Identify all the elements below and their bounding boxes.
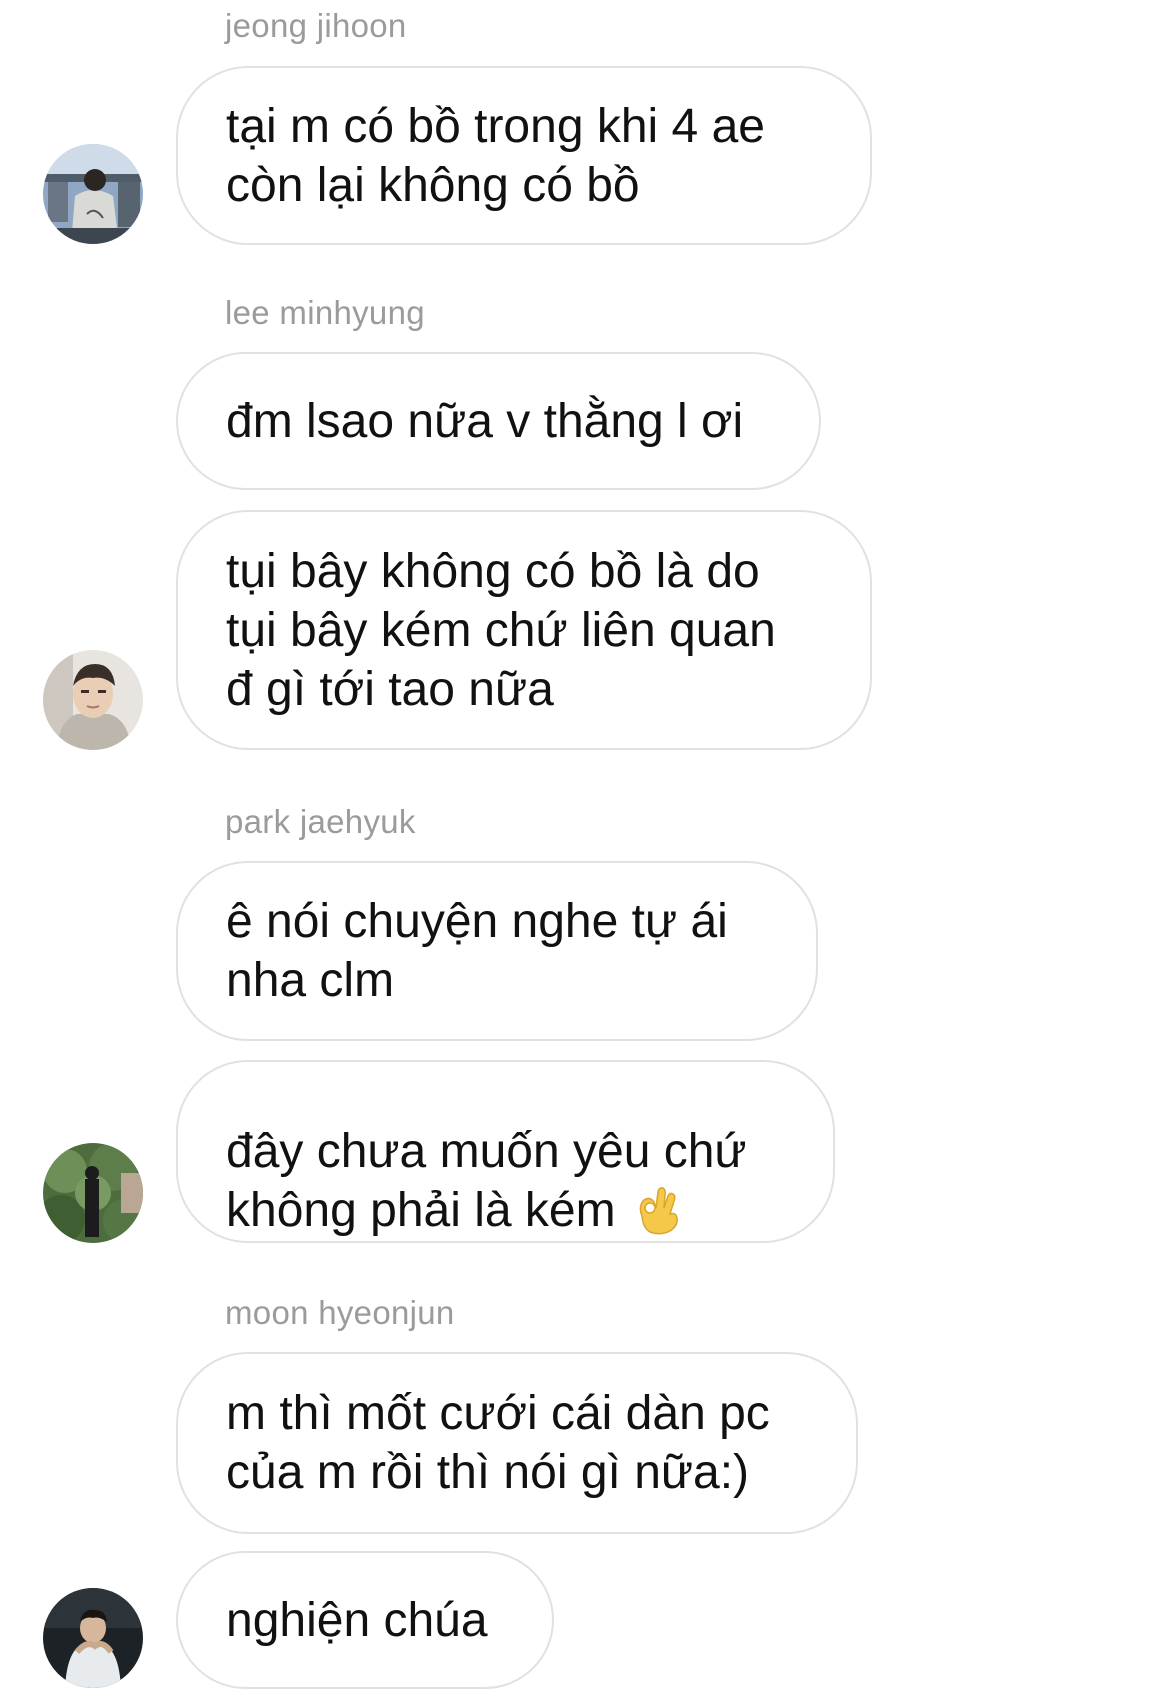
chat-thread: jeong jihoon tại m có bồ trong khi 4 ae … <box>0 0 1170 1693</box>
message-bubble[interactable]: tại m có bồ trong khi 4 ae còn lại không… <box>176 66 872 245</box>
sender-name: lee minhyung <box>225 294 425 331</box>
message-text: m thì mốt cưới cái dàn pc của m rồi thì … <box>226 1387 770 1499</box>
sender-name: park jaehyuk <box>225 803 416 840</box>
ok-hand-emoji-icon <box>634 1186 680 1236</box>
message-bubble[interactable]: đm lsao nữa v thằng l ơi <box>176 352 821 490</box>
message-bubble[interactable]: m thì mốt cưới cái dàn pc của m rồi thì … <box>176 1352 858 1534</box>
avatar-lee-minhyung[interactable] <box>43 650 143 750</box>
message-bubble[interactable]: đây chưa muốn yêu chứ không phải là kém <box>176 1060 835 1243</box>
message-bubble[interactable]: ê nói chuyện nghe tự ái nha clm <box>176 861 818 1041</box>
sender-name: moon hyeonjun <box>225 1294 455 1331</box>
message-bubble[interactable]: nghiện chúa <box>176 1551 554 1689</box>
message-text: tại m có bồ trong khi 4 ae còn lại không… <box>226 99 765 212</box>
avatar-park-jaehyuk[interactable] <box>43 1143 143 1243</box>
message-text: đây chưa muốn yêu chứ không phải là kém <box>226 1063 747 1240</box>
message-bubble[interactable]: tụi bây không có bồ là do tụi bây kém ch… <box>176 510 872 750</box>
avatar-moon-hyeonjun[interactable] <box>43 1588 143 1688</box>
message-text: tụi bây không có bồ là do tụi bây kém ch… <box>226 544 776 716</box>
message-text: nghiện chúa <box>226 1593 488 1647</box>
message-text: ê nói chuyện nghe tự ái nha clm <box>226 895 728 1007</box>
message-text: đm lsao nữa v thằng l ơi <box>226 394 744 448</box>
avatar-jeong-jihoon[interactable] <box>43 144 143 244</box>
sender-name: jeong jihoon <box>225 7 407 44</box>
